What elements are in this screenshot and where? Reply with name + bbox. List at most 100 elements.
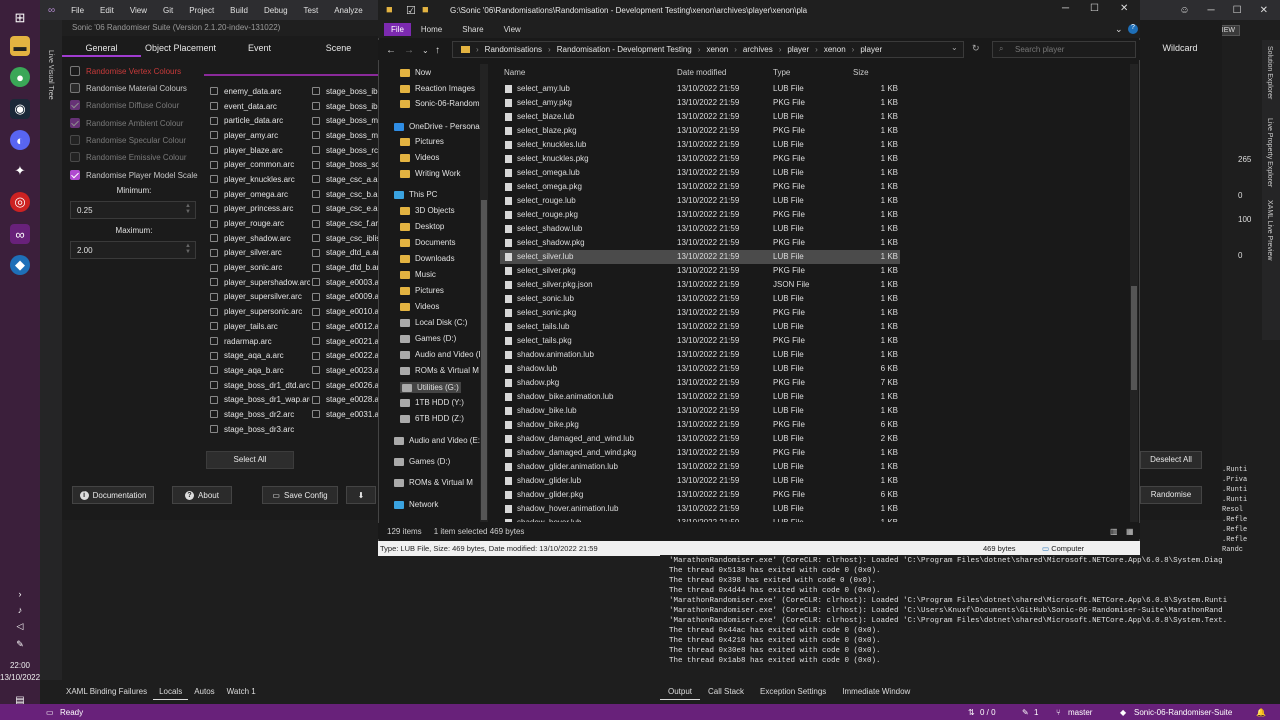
- windows-start-icon[interactable]: ⊞: [10, 8, 30, 28]
- archive-checkbox[interactable]: [210, 307, 218, 316]
- chevron-down-icon[interactable]: ⌄: [1115, 24, 1123, 35]
- taskbar-date[interactable]: 13/10/2022: [0, 673, 40, 682]
- address-bar[interactable]: › Randomisations › Randomisation - Developm…: [452, 41, 964, 58]
- ambient-colour-checkbox[interactable]: [70, 118, 80, 128]
- file-row[interactable]: shadow.pkg 13/10/2022 21:59 PKG File 7 KB: [500, 376, 900, 390]
- help-icon[interactable]: ?: [1128, 24, 1138, 34]
- nav-item[interactable]: Documents: [400, 238, 455, 247]
- archive-checkbox[interactable]: [312, 381, 320, 390]
- nav-item[interactable]: ROMs & Virtual M: [400, 366, 479, 375]
- archive-checkbox[interactable]: [312, 395, 320, 404]
- file-row[interactable]: select_sonic.lub 13/10/2022 21:59 LUB File…: [500, 292, 900, 306]
- archive-item[interactable]: stage_e0028.ar: [312, 392, 378, 407]
- tab-object-placement[interactable]: Object Placement: [141, 40, 220, 57]
- file-row[interactable]: select_silver.pkg 13/10/2022 21:59 PKG Fil…: [500, 264, 900, 278]
- recent-chevron-icon[interactable]: ⌄: [422, 46, 429, 55]
- file-row[interactable]: select_amy.pkg 13/10/2022 21:59 PKG File 1 …: [500, 96, 900, 110]
- ribbon-home[interactable]: Home: [411, 23, 452, 36]
- file-row[interactable]: select_blaze.lub 13/10/2022 21:59 LUB File…: [500, 110, 900, 124]
- file-row[interactable]: select_blaze.pkg 13/10/2022 21:59 PKG File…: [500, 124, 900, 138]
- archive-item[interactable]: player_blaze.arc: [210, 143, 310, 158]
- nav-item[interactable]: Videos: [400, 153, 439, 162]
- back-arrow-icon[interactable]: ←: [386, 45, 396, 56]
- refresh-icon[interactable]: ↻: [972, 43, 980, 54]
- archive-item[interactable]: stage_e0021.ar: [312, 334, 378, 349]
- archive-checkbox[interactable]: [210, 410, 218, 419]
- visual-studio-icon[interactable]: ∞: [10, 224, 30, 244]
- nav-item[interactable]: Local Disk (C:): [400, 318, 467, 327]
- breadcrumb-chevron-icon[interactable]: ›: [815, 45, 818, 54]
- nav-item[interactable]: 6TB HDD (Z:): [400, 414, 464, 423]
- archive-item[interactable]: player_supersonic.arc: [210, 304, 310, 319]
- tab-watch1[interactable]: Watch 1: [221, 686, 262, 700]
- nav-item[interactable]: Desktop: [400, 222, 444, 231]
- breadcrumb-chevron-icon[interactable]: ›: [734, 45, 737, 54]
- menu-project[interactable]: Project: [181, 6, 222, 15]
- breadcrumb-item[interactable]: player: [787, 45, 809, 54]
- archive-checkbox[interactable]: [210, 381, 218, 390]
- minimize-icon[interactable]: ─: [1062, 3, 1069, 14]
- archive-checkbox[interactable]: [210, 337, 218, 346]
- archive-checkbox[interactable]: [210, 204, 218, 213]
- archive-item[interactable]: stage_boss_ibl: [312, 99, 378, 114]
- archive-item[interactable]: player_supersilver.arc: [210, 290, 310, 305]
- pen-icon[interactable]: ✎: [10, 634, 30, 654]
- material-colours-checkbox[interactable]: [70, 83, 80, 93]
- ribbon-file[interactable]: File: [384, 22, 411, 36]
- file-row[interactable]: select_omega.lub 13/10/2022 21:59 LUB File…: [500, 166, 900, 180]
- archive-item[interactable]: player_common.arc: [210, 157, 310, 172]
- archive-item[interactable]: player_princess.arc: [210, 202, 310, 217]
- file-row[interactable]: select_knuckles.pkg 13/10/2022 21:59 PKG F…: [500, 152, 900, 166]
- archive-item[interactable]: stage_boss_dr1_wap.arc: [210, 392, 310, 407]
- archive-item[interactable]: stage_e0003.ar: [312, 275, 378, 290]
- address-dropdown-icon[interactable]: ⌄: [951, 43, 958, 52]
- archive-item[interactable]: player_knuckles.arc: [210, 172, 310, 187]
- archive-checkbox[interactable]: [210, 248, 218, 257]
- nav-item[interactable]: Downloads: [400, 254, 455, 263]
- specular-colour-checkbox[interactable]: [70, 135, 80, 145]
- close-icon[interactable]: ✕: [1260, 5, 1268, 16]
- archive-item[interactable]: stage_boss_m: [312, 113, 378, 128]
- maximum-input[interactable]: 2.00 ▲ ▼: [70, 241, 196, 259]
- chrome-icon[interactable]: ●: [10, 67, 30, 87]
- tab-exception-settings[interactable]: Exception Settings: [752, 686, 834, 700]
- file-row[interactable]: select_tails.pkg 13/10/2022 21:59 PKG File…: [500, 334, 900, 348]
- archive-checkbox[interactable]: [210, 292, 218, 301]
- file-row[interactable]: select_tails.lub 13/10/2022 21:59 LUB File…: [500, 320, 900, 334]
- nav-item[interactable]: Audio and Video (E:: [400, 350, 486, 359]
- menu-debug[interactable]: Debug: [256, 6, 296, 15]
- archive-checkbox[interactable]: [210, 278, 218, 287]
- search-input[interactable]: ⌕ Search player: [992, 41, 1136, 58]
- file-row[interactable]: shadow_glider.animation.lub 13/10/2022 21…: [500, 460, 900, 474]
- emissive-colour-checkbox[interactable]: [70, 152, 80, 162]
- archive-checkbox[interactable]: [210, 190, 218, 199]
- archive-item[interactable]: stage_boss_rc: [312, 143, 378, 158]
- nav-item[interactable]: Videos: [400, 302, 439, 311]
- tab-immediate-window[interactable]: Immediate Window: [834, 686, 918, 700]
- archive-checkbox[interactable]: [312, 410, 320, 419]
- solution-explorer-tab[interactable]: Solution Explorer: [1266, 46, 1273, 99]
- tab-locals[interactable]: Locals: [153, 686, 189, 700]
- obs-icon[interactable]: ◎: [10, 192, 30, 212]
- select-all-button[interactable]: Select All: [206, 451, 294, 469]
- archive-item[interactable]: player_silver.arc: [210, 246, 310, 261]
- archive-checkbox[interactable]: [312, 248, 320, 257]
- menu-analyze[interactable]: Analyze: [326, 6, 370, 15]
- about-button[interactable]: ? About: [172, 486, 232, 504]
- archive-checkbox[interactable]: [312, 146, 320, 155]
- breadcrumb-item[interactable]: Randomisation - Development Testing: [557, 45, 692, 54]
- tab-scene[interactable]: Scene: [299, 40, 378, 57]
- archive-item[interactable]: stage_csc_e.ar: [312, 202, 378, 217]
- diffuse-colour-checkbox[interactable]: [70, 100, 80, 110]
- maximize-icon[interactable]: ☐: [1090, 3, 1099, 14]
- menu-build[interactable]: Build: [222, 6, 256, 15]
- archive-checkbox[interactable]: [312, 292, 320, 301]
- archive-checkbox[interactable]: [312, 351, 320, 360]
- spinner-icon[interactable]: ▲ ▼: [185, 243, 191, 255]
- file-row[interactable]: select_shadow.lub 13/10/2022 21:59 LUB Fil…: [500, 222, 900, 236]
- nav-item[interactable]: 1TB HDD (Y:): [400, 398, 464, 407]
- menu-file[interactable]: File: [63, 6, 92, 15]
- ribbon-share[interactable]: Share: [452, 23, 493, 36]
- file-scroll-thumb[interactable]: [1131, 286, 1137, 390]
- nav-item[interactable]: Pictures: [400, 137, 444, 146]
